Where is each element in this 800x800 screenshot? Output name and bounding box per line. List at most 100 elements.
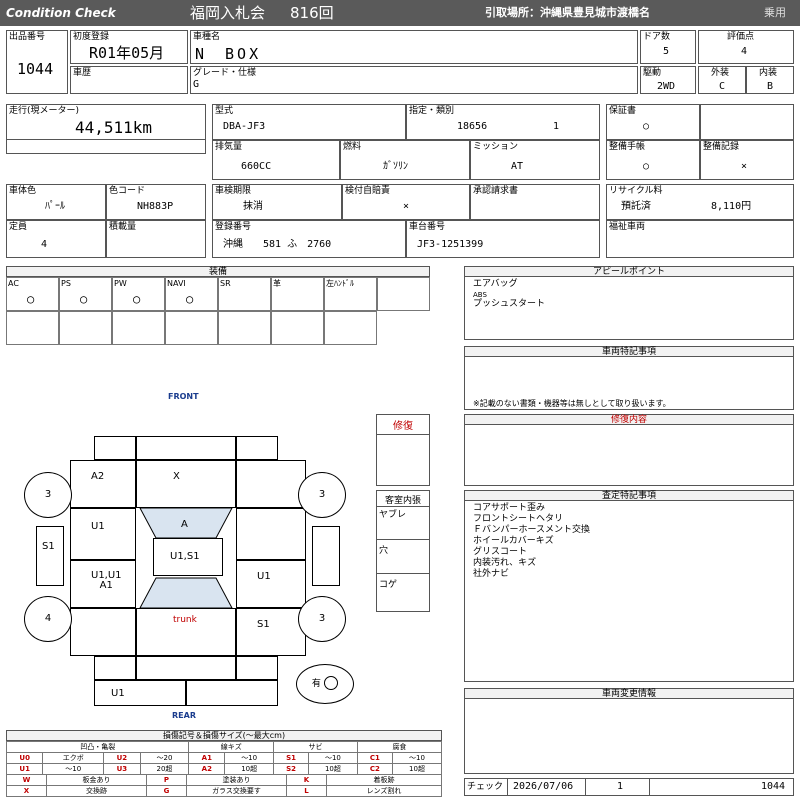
recycle-status: 預託済 — [621, 201, 651, 212]
tire-rear-left-value: 4 — [44, 613, 52, 624]
insurance-value: × — [403, 201, 410, 212]
equip-label-leather: 革 — [273, 279, 281, 288]
legend-row: U1 ～10 U3 20超 A2 10超 S2 10超 C2 10超 — [5, 763, 443, 775]
cabin-lining-box: 客室内張 ヤブレ 穴 コゲ — [376, 490, 430, 612]
appeal-box: エアバッグ ABS プッシュスタート — [464, 276, 794, 340]
assessment-line: フロントシートヘタリ — [473, 514, 564, 524]
appeal-line: プッシュスタート — [473, 299, 546, 309]
legend-code: S1 — [273, 752, 309, 764]
displacement-label: 排気量 — [215, 142, 243, 152]
equip-label-pw: PW — [114, 279, 127, 288]
check-label: チェック — [467, 782, 504, 792]
rear-bumper-right — [186, 680, 278, 706]
grade-value: G — [193, 79, 200, 90]
legend-code: U2 — [103, 752, 141, 764]
approval-cell: 承認請求書 — [470, 184, 600, 220]
left-quarter — [70, 608, 136, 656]
equip-item-lhd: 左ﾊﾝﾄﾞﾙ — [324, 277, 377, 311]
legend-desc: 交換跡 — [46, 785, 147, 797]
tire-front-left-value: 3 — [44, 489, 52, 500]
legend-desc: ～10 — [391, 752, 443, 764]
brand-title: Condition Check — [6, 6, 116, 20]
rear-bumper-top — [136, 656, 236, 680]
fuel-cell: 燃料 ｶﾞｿﾘﾝ — [340, 140, 470, 180]
equip-label-navi: NAVI — [167, 279, 186, 288]
manual-label: 整備手帳 — [609, 142, 646, 152]
capacity-value: 4 — [41, 239, 48, 250]
warranty-extra-cell — [700, 104, 794, 140]
inspection-label: 車検期限 — [215, 186, 252, 196]
panel-label-x: X — [173, 471, 180, 482]
insurance-label: 検付自賠責 — [345, 186, 391, 196]
designation-value: 18656 — [457, 121, 488, 132]
color-value: ﾊﾟｰﾙ — [45, 201, 65, 212]
panel-label-u1-lf: U1 — [91, 521, 105, 532]
legend-header: 凹凸・亀裂 — [5, 741, 190, 753]
legend-desc: ～20 — [139, 752, 190, 764]
first-registration-label: 初度登録 — [73, 32, 110, 42]
check-divider-2 — [585, 779, 586, 795]
equip-blank-7 — [324, 311, 377, 345]
tire-rear-left: 4 — [24, 596, 72, 642]
class-value: 1 — [553, 121, 560, 132]
check-divider-3 — [649, 779, 650, 795]
fuel-value: ｶﾞｿﾘﾝ — [383, 161, 408, 172]
equip-item-pw: PW ○ — [112, 277, 165, 311]
equip-blank-5 — [218, 311, 271, 345]
repair-content-box — [464, 424, 794, 486]
interior-label: 内装 — [759, 68, 778, 78]
equip-mark-navi: ○ — [186, 292, 194, 306]
model-value: DBA-JF3 — [223, 121, 266, 132]
legend-code: A2 — [188, 763, 226, 775]
appeal-line: エアバッグ — [473, 279, 518, 289]
panel-label-a2: A2 — [91, 471, 105, 482]
equip-item-ac: AC ○ — [6, 277, 59, 311]
insurance-cell: 検付自賠責 × — [342, 184, 470, 220]
legend-desc: 10超 — [307, 763, 358, 775]
capacity-cell: 定員 4 — [6, 220, 106, 258]
roof: U1,S1 — [153, 538, 223, 576]
legend-code: U1 — [5, 763, 44, 775]
plate-cell: 登録番号 沖縄 581 ふ 2760 — [212, 220, 406, 258]
displacement-value: 660CC — [241, 161, 272, 172]
equip-label-sr: SR — [220, 279, 231, 288]
legend-code: P — [146, 774, 187, 786]
trunk-label: trunk — [173, 615, 197, 625]
equip-item-leather: 革 — [271, 277, 324, 311]
cabin-lining-label: 客室内張 — [377, 493, 429, 507]
color-code-cell: 色コード NH883P — [106, 184, 206, 220]
model-cell: 型式 DBA-JF3 — [212, 104, 406, 140]
drive-value: 2WD — [657, 81, 676, 92]
equip-blank-3 — [112, 311, 165, 345]
lot-number-label: 出品番号 — [9, 32, 46, 42]
assessment-line: Ｆバンパーホースメント交換 — [473, 525, 591, 535]
displacement-cell: 排気量 660CC — [212, 140, 340, 180]
recycle-cell: リサイクル料 預託済 8,110円 — [606, 184, 794, 220]
vehicle-name-label: 車種名 — [193, 32, 221, 42]
manual-value: ○ — [643, 161, 650, 172]
load-cell: 積載量 — [106, 220, 206, 258]
load-label: 積載量 — [109, 222, 137, 232]
legend-code: W — [6, 774, 47, 786]
legend-desc: 20超 — [139, 763, 190, 775]
legend-header-row: 凹凸・亀裂 線キズ サビ 腐食 — [5, 741, 443, 753]
equip-label-ps: PS — [61, 279, 71, 288]
equip-blank-1 — [6, 311, 59, 345]
check-divider-1 — [507, 779, 508, 795]
right-quarter: S1 — [236, 608, 306, 656]
legend-title: 損傷記号＆損傷サイズ(～最大cm) — [6, 730, 442, 741]
tire-front-right-value: 3 — [318, 489, 326, 500]
color-code-label: 色コード — [109, 186, 146, 196]
equipment-title: 装備 — [6, 266, 430, 277]
doors-value: 5 — [663, 46, 670, 57]
left-front-door: U1 — [70, 508, 136, 560]
chassis-label: 車台番号 — [409, 222, 446, 232]
equip-blank-2 — [59, 311, 112, 345]
legend-code: U0 — [5, 752, 44, 764]
panel-label-roof: U1,S1 — [170, 551, 200, 562]
trunk-panel: trunk — [136, 608, 236, 656]
score-label: 評価点 — [727, 32, 755, 42]
repair-mark-label: 修復 — [377, 417, 429, 435]
legend-header: サビ — [273, 741, 358, 753]
history-cell: 車歴 — [70, 66, 188, 94]
